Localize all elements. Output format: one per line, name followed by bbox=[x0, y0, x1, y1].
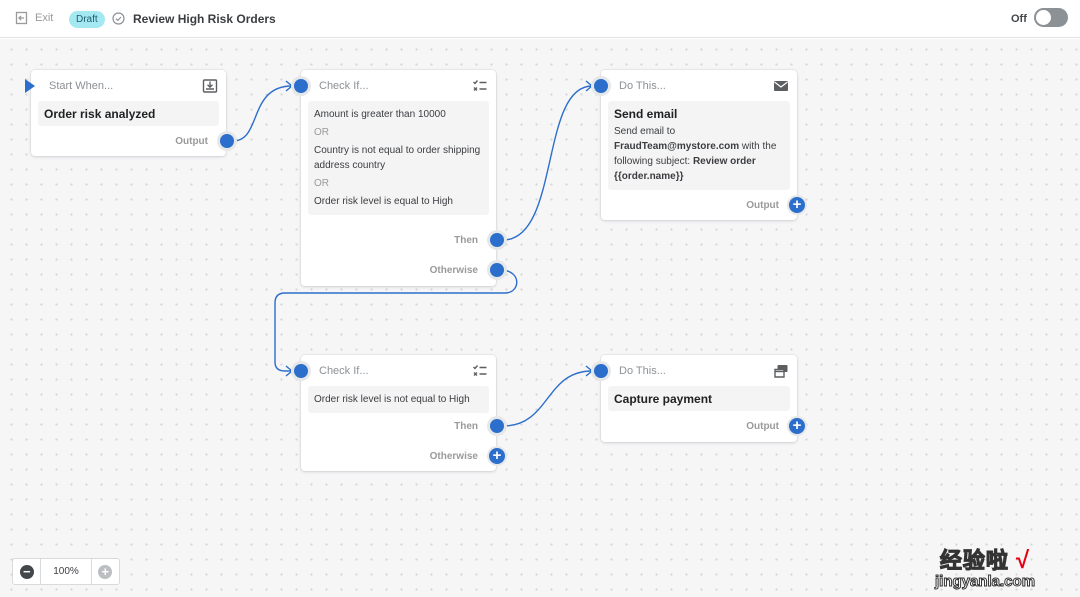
watermark: 经验啦 √ jingyanla.com bbox=[934, 543, 1036, 591]
workflow-title: Review High Risk Orders bbox=[133, 12, 276, 26]
input-port[interactable] bbox=[291, 361, 311, 381]
exit-label: Exit bbox=[35, 12, 54, 24]
otherwise-label: Otherwise bbox=[429, 451, 478, 462]
watermark-line1: 经验啦 √ bbox=[935, 543, 1035, 575]
desc-text: Send email to bbox=[614, 126, 676, 137]
otherwise-label: Otherwise bbox=[429, 265, 478, 276]
top-bar: Exit Draft Review High Risk Orders Off bbox=[0, 0, 1080, 38]
condition: Country is not equal to order shipping a… bbox=[314, 145, 481, 171]
action-description: Send email to FraudTeam@mystore.com with… bbox=[614, 124, 784, 184]
condition: Order risk level is equal to High bbox=[314, 196, 453, 207]
start-marker-icon bbox=[25, 79, 35, 93]
zoom-out-button[interactable]: − bbox=[13, 559, 40, 584]
checklist-icon bbox=[473, 80, 487, 91]
minus-icon: − bbox=[19, 564, 34, 579]
node-header: Check If... bbox=[319, 80, 369, 92]
toggle-label: Off bbox=[1011, 13, 1027, 25]
exit-button[interactable]: Exit bbox=[15, 11, 53, 25]
workflow-toggle[interactable] bbox=[1034, 8, 1068, 27]
start-node[interactable]: Start When... Order risk analyzed Output bbox=[25, 70, 237, 156]
check-node-1[interactable]: Check If... Amount is greater than 10000… bbox=[291, 70, 507, 286]
check-circle-icon bbox=[112, 12, 125, 25]
then-port[interactable] bbox=[487, 416, 507, 436]
watermark-text: 经验啦 bbox=[939, 548, 1009, 574]
credit-card-icon bbox=[774, 365, 788, 378]
action-box: Capture payment bbox=[608, 386, 790, 411]
checkmark-icon: √ bbox=[1016, 547, 1031, 574]
envelope-icon bbox=[774, 81, 788, 91]
output-label: Output bbox=[746, 421, 779, 432]
status-badge: Draft bbox=[69, 11, 105, 28]
zoom-control: − 100% + bbox=[12, 558, 120, 585]
exit-icon bbox=[15, 11, 28, 25]
add-output-button[interactable]: + bbox=[787, 416, 807, 436]
action-box: Send email Send email to FraudTeam@mysto… bbox=[608, 101, 790, 190]
node-header: Do This... bbox=[619, 365, 666, 377]
trigger-box: Order risk analyzed bbox=[38, 101, 219, 126]
input-port[interactable] bbox=[591, 361, 611, 381]
input-port[interactable] bbox=[291, 76, 311, 96]
check-node-2[interactable]: Check If... Order risk level is not equa… bbox=[291, 355, 507, 471]
then-label: Then bbox=[454, 421, 478, 432]
operator-label: OR bbox=[314, 178, 329, 189]
conditions-box: Amount is greater than 10000 OR Country … bbox=[308, 101, 489, 215]
node-header: Do This... bbox=[619, 80, 666, 92]
operator-label: OR bbox=[314, 127, 329, 138]
action-title: Capture payment bbox=[614, 392, 713, 406]
add-output-button[interactable]: + bbox=[787, 195, 807, 215]
then-label: Then bbox=[454, 235, 478, 246]
trigger-name: Order risk analyzed bbox=[44, 107, 156, 121]
condition: Order risk level is not equal to High bbox=[314, 394, 470, 405]
output-label: Output bbox=[175, 136, 208, 147]
checklist-icon bbox=[473, 365, 487, 376]
add-otherwise-button[interactable]: + bbox=[487, 446, 507, 466]
download-tray-icon bbox=[202, 79, 218, 93]
plus-icon: + bbox=[98, 564, 113, 579]
node-header: Check If... bbox=[319, 365, 369, 377]
watermark-line2: jingyanla.com bbox=[934, 573, 1036, 591]
conditions-box: Order risk level is not equal to High bbox=[308, 386, 489, 413]
otherwise-port[interactable] bbox=[487, 260, 507, 280]
zoom-level: 100% bbox=[40, 559, 92, 584]
node-header: Start When... bbox=[49, 80, 114, 92]
output-label: Output bbox=[746, 200, 779, 211]
action-node-capture-payment[interactable]: Do This... Capture payment Output + bbox=[591, 355, 807, 442]
email-address: FraudTeam@mystore.com bbox=[614, 141, 740, 152]
action-node-send-email[interactable]: Do This... Send email Send email to Frau… bbox=[591, 70, 807, 220]
zoom-in-button[interactable]: + bbox=[92, 559, 119, 584]
action-title: Send email bbox=[614, 107, 678, 121]
condition: Amount is greater than 10000 bbox=[314, 109, 446, 120]
output-port[interactable] bbox=[217, 131, 237, 151]
then-port[interactable] bbox=[487, 230, 507, 250]
input-port[interactable] bbox=[591, 76, 611, 96]
